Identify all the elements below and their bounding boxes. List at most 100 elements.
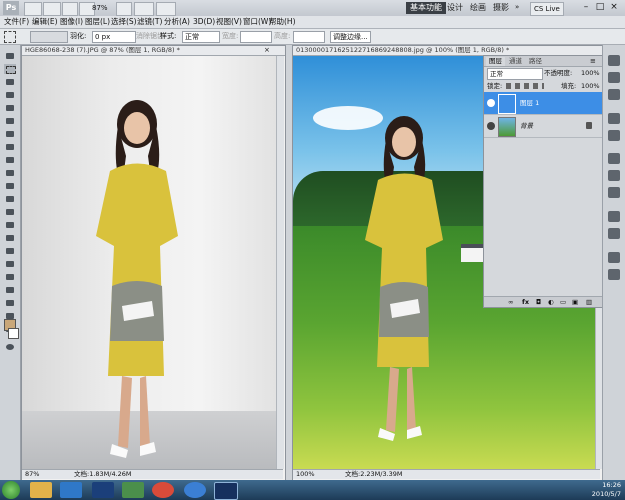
width-input[interactable] [240, 31, 272, 43]
app-taskbar-icon[interactable] [122, 482, 144, 498]
shape-tool-icon[interactable] [4, 272, 16, 282]
tab-layers[interactable]: 图层 [486, 57, 505, 66]
chrome-taskbar-icon[interactable] [152, 482, 174, 498]
gradient-tool-icon[interactable] [4, 194, 16, 204]
rotate-view-button[interactable] [116, 2, 132, 16]
actions-panel-icon[interactable] [608, 228, 620, 239]
feather-input[interactable]: 0 px [92, 31, 136, 43]
visibility-eye-icon[interactable] [487, 122, 495, 130]
opacity-input[interactable]: 100% [581, 68, 600, 78]
photoshop-taskbar-icon[interactable] [92, 482, 114, 498]
menu-help[interactable]: 帮助(H) [269, 16, 296, 28]
media-player-taskbar-icon[interactable] [60, 482, 82, 498]
styles-panel-icon[interactable] [608, 89, 620, 100]
hand-tool-button[interactable] [62, 2, 78, 16]
menu-view[interactable]: 视图(V) [216, 16, 242, 28]
eyedropper-tool-icon[interactable] [4, 116, 16, 126]
lasso-tool-icon[interactable] [4, 77, 16, 87]
workspace-design[interactable]: 设计 [443, 2, 467, 14]
add-mask-icon[interactable]: ◘ [536, 297, 541, 307]
dodge-tool-icon[interactable] [4, 220, 16, 230]
masks-panel-icon[interactable] [608, 130, 620, 141]
bridge-button[interactable] [24, 2, 42, 16]
fx-icon[interactable]: fx [522, 297, 529, 307]
system-clock[interactable]: 16:26 2010/5/7 [592, 481, 621, 499]
menu-image[interactable]: 图像(I) [60, 16, 83, 28]
path-selection-tool-icon[interactable] [4, 259, 16, 269]
document-tab-left[interactable]: HGE86068-238 (7).JPG @ 87% (图层 1, RGB/8)… [22, 46, 285, 56]
workspace-photography[interactable]: 摄影 [489, 2, 513, 14]
new-layer-icon[interactable]: ▣ [572, 297, 578, 307]
menu-3d[interactable]: 3D(D) [193, 16, 215, 28]
screen-mode-button[interactable] [156, 2, 176, 16]
layers-panel-icon[interactable] [608, 153, 620, 164]
start-button[interactable] [2, 481, 20, 499]
vertical-scrollbar-left[interactable] [276, 56, 284, 469]
arrange-documents-button[interactable] [134, 2, 154, 16]
cs-live-button[interactable]: CS Live [530, 2, 564, 16]
channels-panel-icon[interactable] [608, 170, 620, 181]
maximize-button[interactable]: □ [594, 1, 606, 13]
character-panel-icon[interactable] [608, 252, 620, 263]
browser-taskbar-icon[interactable] [184, 482, 206, 498]
paragraph-panel-icon[interactable] [608, 269, 620, 280]
layer-name[interactable]: 图层 1 [520, 98, 539, 108]
minimize-button[interactable]: – [580, 1, 592, 13]
canvas-left[interactable] [22, 56, 276, 469]
blur-tool-icon[interactable] [4, 207, 16, 217]
tab-channels[interactable]: 通道 [506, 57, 525, 66]
eraser-tool-icon[interactable] [4, 181, 16, 191]
color-panel-icon[interactable] [608, 55, 620, 66]
zoom-percent-left[interactable]: 87% [25, 470, 39, 479]
marquee-preset-icon[interactable] [4, 31, 16, 43]
menu-filter[interactable]: 滤镜(T) [137, 16, 162, 28]
pen-tool-icon[interactable] [4, 233, 16, 243]
workspace-painting[interactable]: 绘画 [466, 2, 490, 14]
paths-panel-icon[interactable] [608, 187, 620, 198]
swatches-panel-icon[interactable] [608, 72, 620, 83]
new-group-icon[interactable]: ▭ [560, 297, 566, 307]
close-tab-icon[interactable]: × [264, 46, 282, 55]
menu-select[interactable]: 选择(S) [111, 16, 137, 28]
close-button[interactable]: × [608, 1, 620, 13]
explorer-taskbar-icon[interactable] [30, 482, 52, 498]
menu-window[interactable]: 窗口(W) [243, 16, 271, 28]
quick-mask-icon[interactable] [4, 342, 16, 352]
trash-icon[interactable]: ▥ [586, 297, 592, 307]
adjustments-panel-icon[interactable] [608, 113, 620, 124]
lock-icons[interactable] [506, 83, 544, 89]
zoom-level-select[interactable]: 87% [92, 3, 108, 13]
history-panel-icon[interactable] [608, 211, 620, 222]
zoom-percent-right[interactable]: 100% [296, 470, 315, 479]
workspace-essentials[interactable]: 基本功能 [406, 2, 446, 14]
layer-row-background[interactable]: 背景 [484, 115, 603, 138]
blend-mode-select[interactable]: 正常 [487, 68, 543, 80]
menu-layer[interactable]: 图层(L) [85, 16, 110, 28]
move-tool-icon[interactable] [4, 51, 16, 61]
crop-tool-icon[interactable] [4, 103, 16, 113]
history-brush-tool-icon[interactable] [4, 168, 16, 178]
fill-input[interactable]: 100% [581, 81, 600, 91]
adjustment-layer-icon[interactable]: ◐ [548, 297, 554, 307]
menu-edit[interactable]: 编辑(E) [32, 16, 58, 28]
background-color-swatch[interactable] [8, 328, 19, 339]
style-select[interactable]: 正常 [182, 31, 220, 43]
selection-mode-buttons[interactable] [30, 31, 68, 43]
mini-bridge-button[interactable] [43, 2, 61, 16]
type-tool-icon[interactable] [4, 246, 16, 256]
brush-tool-icon[interactable] [4, 142, 16, 152]
3d-rotate-tool-icon[interactable] [4, 285, 16, 295]
refine-edge-button[interactable]: 调整边缘... [330, 31, 371, 43]
layer-name[interactable]: 背景 [520, 121, 533, 131]
visibility-eye-icon[interactable] [487, 99, 495, 107]
tab-paths[interactable]: 路径 [526, 57, 545, 66]
layer-row-1[interactable]: 图层 1 [484, 92, 603, 115]
more-workspaces-icon[interactable]: » [515, 3, 519, 11]
quick-selection-tool-icon[interactable] [4, 90, 16, 100]
marquee-tool-icon[interactable] [4, 64, 16, 74]
link-layers-icon[interactable]: ∞ [508, 297, 513, 307]
panel-menu-icon[interactable]: ≡ [590, 56, 596, 66]
3d-orbit-tool-icon[interactable] [4, 298, 16, 308]
menu-file[interactable]: 文件(F) [4, 16, 29, 28]
clone-stamp-tool-icon[interactable] [4, 155, 16, 165]
